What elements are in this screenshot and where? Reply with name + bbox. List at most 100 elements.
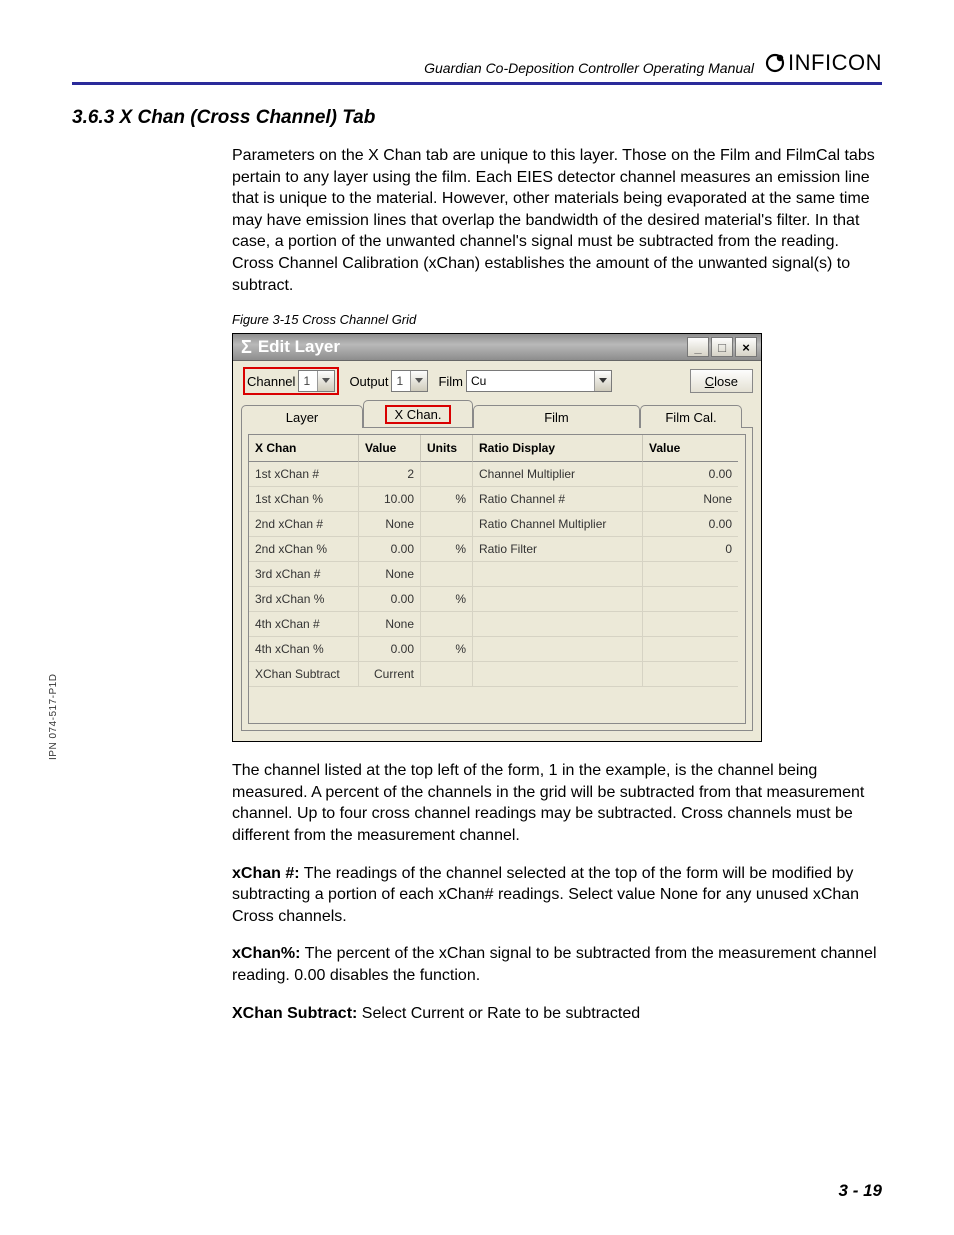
grid-cell bbox=[473, 612, 643, 637]
grid-cell bbox=[473, 662, 643, 687]
tab-filmcal[interactable]: Film Cal. bbox=[640, 405, 742, 428]
grid-cell: % bbox=[421, 587, 473, 612]
col-value2: Value bbox=[643, 435, 738, 462]
grid-cell: None bbox=[359, 562, 421, 587]
grid-cell bbox=[421, 662, 473, 687]
grid-cell: % bbox=[421, 487, 473, 512]
xchan-highlight: X Chan. bbox=[385, 405, 452, 424]
window-titlebar[interactable]: Σ Edit Layer _ □ × bbox=[233, 334, 761, 361]
grid-cell bbox=[421, 612, 473, 637]
col-units: Units bbox=[421, 435, 473, 462]
grid-row[interactable]: 2nd xChan %0.00%Ratio Filter0 bbox=[249, 537, 745, 562]
channel-dropdown[interactable]: 1 bbox=[298, 370, 335, 392]
page-number: 3 - 19 bbox=[839, 1181, 882, 1201]
grid-cell: 2 bbox=[359, 462, 421, 487]
close-button[interactable]: Close bbox=[690, 369, 753, 393]
figure-caption: Figure 3-15 Cross Channel Grid bbox=[232, 312, 882, 327]
grid-cell: 4th xChan % bbox=[249, 637, 359, 662]
grid-cell: Ratio Channel Multiplier bbox=[473, 512, 643, 537]
grid-spacer bbox=[249, 687, 745, 723]
col-value: Value bbox=[359, 435, 421, 462]
col-ratio-display: Ratio Display bbox=[473, 435, 643, 462]
grid-cell: Ratio Filter bbox=[473, 537, 643, 562]
tab-xchan[interactable]: X Chan. bbox=[363, 400, 473, 427]
definition: XChan Subtract: Select Current or Rate t… bbox=[232, 1003, 882, 1025]
film-value: Cu bbox=[471, 374, 486, 388]
grid-row[interactable]: 4th xChan %0.00% bbox=[249, 637, 745, 662]
definition-term: xChan%: bbox=[232, 945, 300, 962]
chevron-down-icon bbox=[410, 371, 427, 391]
grid-cell bbox=[643, 562, 738, 587]
grid-cell: 10.00 bbox=[359, 487, 421, 512]
channel-label: Channel bbox=[247, 374, 295, 389]
channel-highlight: Channel 1 bbox=[243, 367, 339, 395]
output-dropdown[interactable]: 1 bbox=[391, 370, 428, 392]
grid-cell: None bbox=[643, 487, 738, 512]
grid-cell: XChan Subtract bbox=[249, 662, 359, 687]
grid-cell: 2nd xChan # bbox=[249, 512, 359, 537]
grid-cell bbox=[421, 512, 473, 537]
grid-cell: 1st xChan # bbox=[249, 462, 359, 487]
grid-row[interactable]: 3rd xChan %0.00% bbox=[249, 587, 745, 612]
brand-text: INFICON bbox=[788, 50, 882, 76]
maximize-button[interactable]: □ bbox=[711, 337, 733, 357]
grid-cell: Ratio Channel # bbox=[473, 487, 643, 512]
output-value: 1 bbox=[392, 374, 410, 388]
minimize-button[interactable]: _ bbox=[687, 337, 709, 357]
close-rest: lose bbox=[714, 374, 738, 389]
window-title: Edit Layer bbox=[258, 337, 687, 357]
grid-row[interactable]: 4th xChan #None bbox=[249, 612, 745, 637]
edit-layer-window: Σ Edit Layer _ □ × Channel 1 Output bbox=[232, 333, 762, 742]
grid-cell bbox=[473, 562, 643, 587]
definition: xChan%: The percent of the xChan signal … bbox=[232, 943, 882, 986]
grid-row[interactable]: 1st xChan #2 Channel Multiplier0.00 bbox=[249, 462, 745, 487]
close-window-button[interactable]: × bbox=[735, 337, 757, 357]
film-dropdown[interactable]: Cu bbox=[466, 370, 612, 392]
brand-logo: INFICON bbox=[764, 50, 882, 76]
tab-film[interactable]: Film bbox=[473, 405, 640, 428]
grid-cell bbox=[421, 562, 473, 587]
grid-header: X Chan Value Units Ratio Display Value bbox=[249, 435, 745, 462]
grid-cell bbox=[421, 462, 473, 487]
grid-cell bbox=[473, 587, 643, 612]
grid-cell: None bbox=[359, 612, 421, 637]
grid-cell bbox=[643, 637, 738, 662]
grid-cell: 0 bbox=[643, 537, 738, 562]
definition-text: The readings of the channel selected at … bbox=[232, 865, 859, 925]
grid-row[interactable]: 1st xChan %10.00%Ratio Channel #None bbox=[249, 487, 745, 512]
side-ipn: IPN 074-517-P1D bbox=[48, 674, 59, 760]
explain-paragraph: The channel listed at the top left of th… bbox=[232, 760, 882, 846]
grid-cell: None bbox=[359, 512, 421, 537]
grid-row[interactable]: 2nd xChan #NoneRatio Channel Multiplier0… bbox=[249, 512, 745, 537]
cross-channel-grid: X Chan Value Units Ratio Display Value 1… bbox=[248, 434, 746, 724]
grid-row[interactable]: 3rd xChan #None bbox=[249, 562, 745, 587]
intro-paragraph: Parameters on the X Chan tab are unique … bbox=[232, 145, 882, 296]
grid-cell: 3rd xChan % bbox=[249, 587, 359, 612]
grid-cell: 1st xChan % bbox=[249, 487, 359, 512]
grid-cell bbox=[473, 637, 643, 662]
col-xchan: X Chan bbox=[249, 435, 359, 462]
grid-cell: 4th xChan # bbox=[249, 612, 359, 637]
film-label: Film bbox=[438, 374, 463, 389]
grid-cell: 3rd xChan # bbox=[249, 562, 359, 587]
tab-pane: X Chan Value Units Ratio Display Value 1… bbox=[241, 427, 753, 731]
chevron-down-icon bbox=[594, 371, 611, 391]
inficon-icon bbox=[764, 52, 786, 74]
running-title: Guardian Co-Deposition Controller Operat… bbox=[72, 60, 764, 76]
grid-cell bbox=[643, 612, 738, 637]
definition-term: xChan #: bbox=[232, 865, 300, 882]
grid-cell: 0.00 bbox=[643, 462, 738, 487]
grid-cell: 0.00 bbox=[359, 637, 421, 662]
grid-cell: % bbox=[421, 637, 473, 662]
definition-term: XChan Subtract: bbox=[232, 1005, 357, 1022]
tab-layer[interactable]: Layer bbox=[241, 405, 363, 428]
output-label: Output bbox=[349, 374, 388, 389]
grid-cell: 0.00 bbox=[359, 537, 421, 562]
close-mnemonic: C bbox=[705, 374, 714, 389]
sigma-icon: Σ bbox=[241, 337, 252, 358]
grid-row[interactable]: XChan SubtractCurrent bbox=[249, 662, 745, 687]
channel-value: 1 bbox=[299, 374, 317, 388]
grid-cell: Channel Multiplier bbox=[473, 462, 643, 487]
section-heading: 3.6.3 X Chan (Cross Channel) Tab bbox=[72, 107, 882, 129]
grid-cell: 0.00 bbox=[359, 587, 421, 612]
